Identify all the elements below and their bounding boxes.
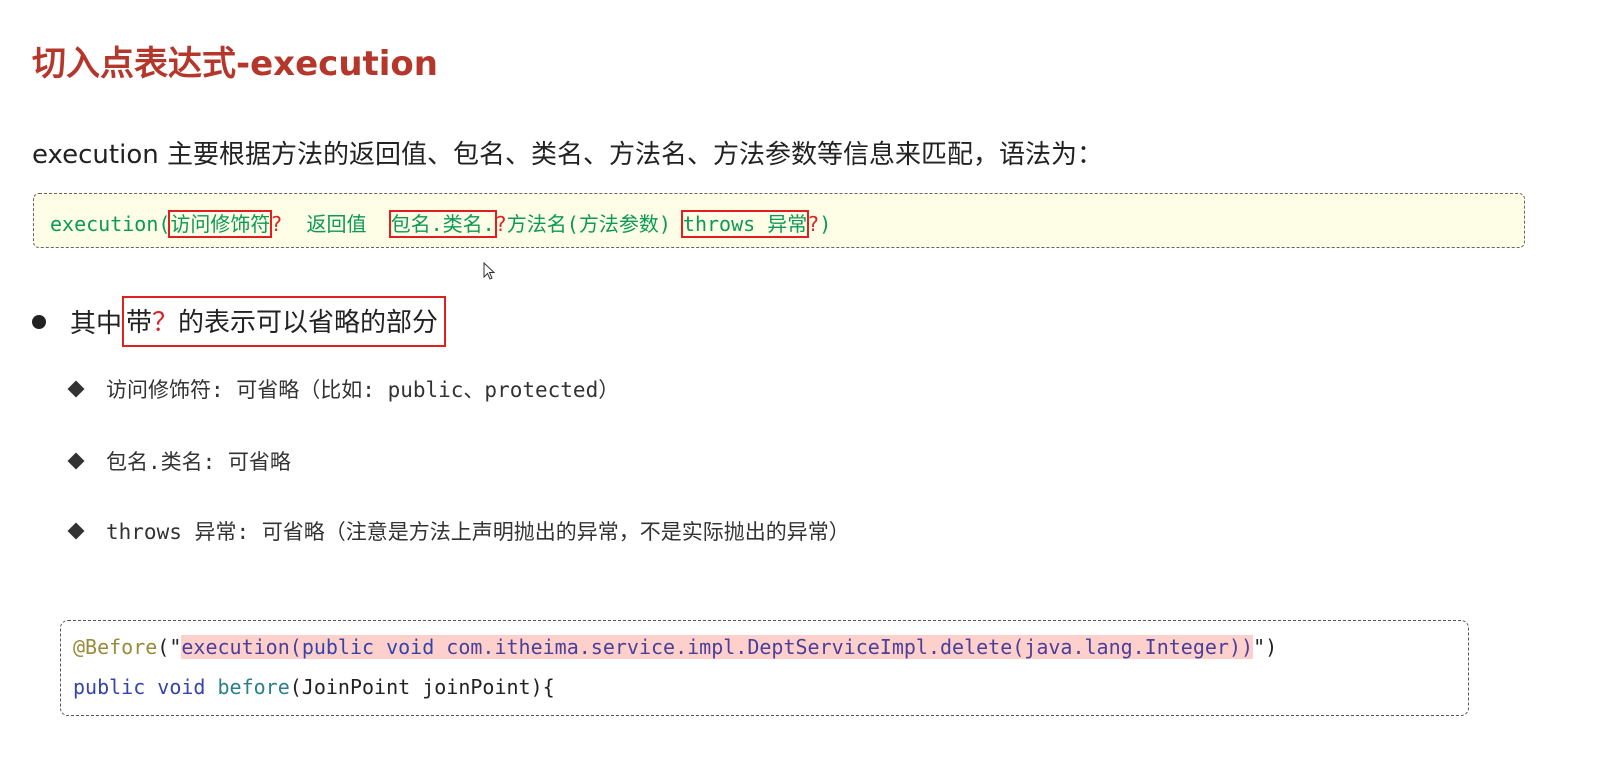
optional-marker: ? bbox=[270, 212, 283, 236]
sub-bullet-label: 访问修饰符: 可省略（比如: public、protected） bbox=[106, 378, 620, 402]
sub-bullet-label: 包名.类名: 可省略 bbox=[106, 450, 291, 474]
optional-marker: ? bbox=[494, 212, 507, 236]
sub-bullet: 访问修饰符: 可省略（比如: public、protected） bbox=[67, 374, 620, 404]
bullet-dot-icon bbox=[32, 314, 46, 329]
code-token: public void bbox=[301, 635, 435, 659]
syntax-part: 返回值 bbox=[282, 212, 391, 236]
code-line-1: @Before("execution(public void com.ithei… bbox=[73, 635, 1277, 659]
package-class-highlight: 包名.类名. bbox=[388, 210, 497, 238]
code-token: public void bbox=[73, 675, 206, 699]
throws-highlight: throws 异常 bbox=[680, 210, 810, 238]
bullet-prefix: 其中 bbox=[70, 309, 123, 339]
syntax-code-block: execution(访问修饰符? 返回值 包名.类名.?方法名(方法参数) th… bbox=[33, 193, 1525, 248]
code-token: execution( bbox=[181, 635, 302, 659]
code-line-2: public void before(JoinPoint joinPoint){ bbox=[73, 675, 555, 699]
diamond-bullet-icon bbox=[67, 380, 85, 398]
diamond-bullet-icon bbox=[67, 522, 85, 540]
code-token: before bbox=[205, 675, 290, 699]
optional-marker: ? bbox=[807, 212, 820, 236]
optional-marker: ？ bbox=[152, 308, 179, 338]
sub-bullet-label: throws 异常: 可省略（注意是方法上声明抛出的异常，不是实际抛出的异常） bbox=[106, 520, 850, 544]
bullet-highlight: 带？的表示可以省略的部分 bbox=[122, 296, 447, 347]
syntax-part: execution( bbox=[50, 212, 171, 236]
sub-bullet: throws 异常: 可省略（注意是方法上声明抛出的异常，不是实际抛出的异常） bbox=[67, 516, 850, 546]
sub-bullet: 包名.类名: 可省略 bbox=[67, 446, 291, 476]
code-punct: " bbox=[1253, 635, 1266, 659]
code-punct: ) bbox=[1265, 635, 1278, 659]
intro-text: execution 主要根据方法的返回值、包名、类名、方法名、方法参数等信息来匹… bbox=[32, 140, 1103, 170]
pointcut-expression: execution(public void com.itheima.servic… bbox=[181, 635, 1254, 659]
code-punct: (" bbox=[157, 635, 182, 659]
bullet-text: 带 bbox=[126, 308, 153, 338]
bullet-optional: 其中 带？的表示可以省略的部分 bbox=[32, 296, 447, 347]
example-code-block: @Before("execution(public void com.ithei… bbox=[60, 620, 1469, 716]
syntax-part: ) bbox=[819, 212, 832, 236]
code-token: (JoinPoint joinPoint){ bbox=[289, 675, 555, 699]
diamond-bullet-icon bbox=[67, 452, 85, 470]
access-modifier-highlight: 访问修饰符 bbox=[168, 210, 273, 238]
mouse-cursor-icon bbox=[483, 262, 496, 280]
syntax-part: 方法名(方法参数) bbox=[506, 212, 683, 236]
code-token: com.itheima.service.impl.DeptServiceImpl… bbox=[434, 635, 1254, 659]
page-title: 切入点表达式-execution bbox=[32, 44, 438, 84]
bullet-text: 的表示可以省略的部分 bbox=[178, 308, 439, 338]
annotation: @Before bbox=[73, 635, 158, 659]
